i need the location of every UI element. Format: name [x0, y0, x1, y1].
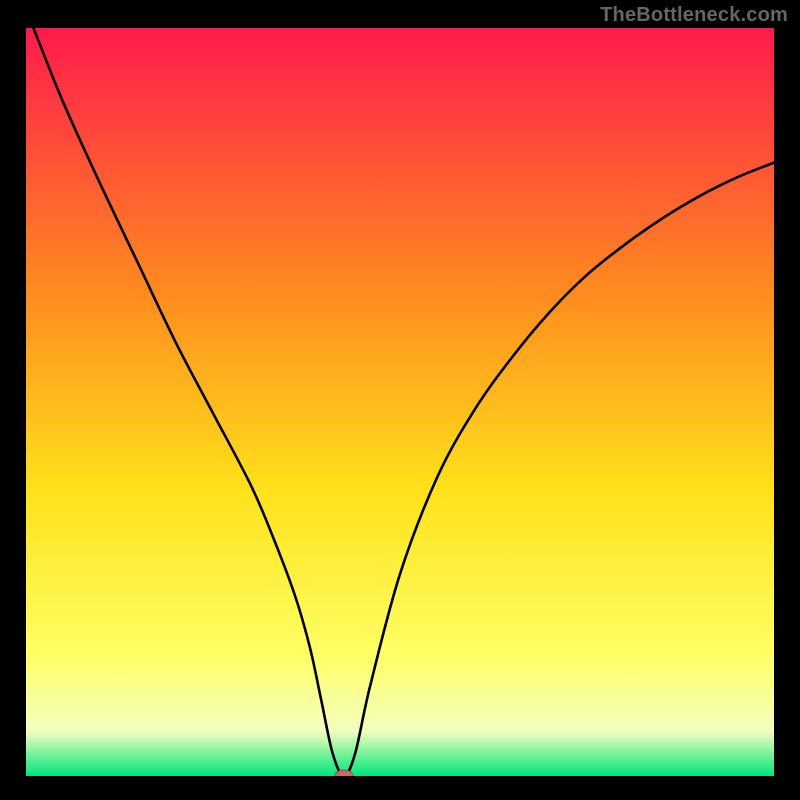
plot-area	[26, 28, 774, 776]
gradient-background	[26, 28, 774, 776]
watermark-text: TheBottleneck.com	[600, 4, 788, 27]
chart-frame: TheBottleneck.com	[0, 0, 800, 800]
plot-svg	[26, 28, 774, 776]
